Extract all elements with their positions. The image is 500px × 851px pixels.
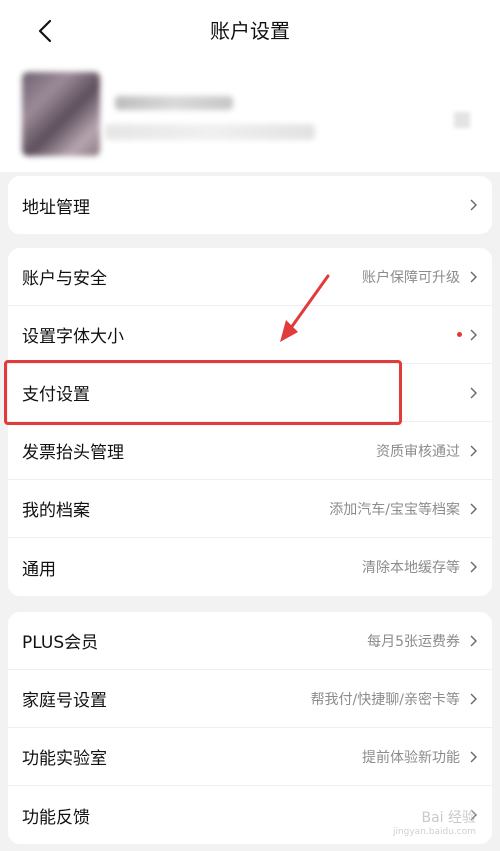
- row-label: 设置字体大小: [22, 327, 124, 347]
- page-title: 账户设置: [210, 19, 290, 43]
- chevron-right-icon: [468, 444, 478, 458]
- row-label: 发票抬头管理: [22, 443, 124, 463]
- chevron-right-icon: [468, 198, 478, 212]
- row-invoice-title[interactable]: 发票抬头管理 资质审核通过: [8, 422, 492, 480]
- watermark-main: Bai 经验: [421, 810, 476, 826]
- row-value: 帮我付/快捷聊/亲密卡等: [310, 691, 460, 708]
- chevron-right-icon: [468, 692, 478, 706]
- settings-card-address: 地址管理: [8, 176, 492, 234]
- username-blurred: [115, 96, 233, 110]
- row-value: 资质审核通过: [376, 443, 460, 460]
- chevron-right-icon: [468, 560, 478, 574]
- row-value: 添加汽车/宝宝等档案: [329, 501, 460, 518]
- row-label: 账户与安全: [22, 269, 107, 289]
- row-account-security[interactable]: 账户与安全 账户保障可升级: [8, 248, 492, 306]
- row-address-management[interactable]: 地址管理: [8, 176, 492, 234]
- row-value: 每月5张运费券: [367, 633, 460, 650]
- chevron-right-icon: [468, 634, 478, 648]
- top-bar: 账户设置: [0, 0, 500, 64]
- chevron-right-icon: [468, 270, 478, 284]
- row-label: PLUS会员: [22, 633, 99, 653]
- chevron-right-icon: [468, 386, 478, 400]
- row-label: 通用: [22, 559, 56, 580]
- chevron-right-icon: [468, 502, 478, 516]
- avatar[interactable]: [22, 72, 100, 156]
- notification-dot: [457, 332, 462, 337]
- chevron-right-icon: [468, 750, 478, 764]
- row-feature-lab[interactable]: 功能实验室 提前体验新功能: [8, 728, 492, 786]
- row-plus-member[interactable]: PLUS会员 每月5张运费券: [8, 612, 492, 670]
- row-value: 提前体验新功能: [362, 749, 460, 766]
- row-general[interactable]: 通用 清除本地缓存等: [8, 538, 492, 596]
- row-label: 地址管理: [22, 197, 90, 218]
- row-my-profile[interactable]: 我的档案 添加汽车/宝宝等档案: [8, 480, 492, 538]
- profile-chevron-blurred: [454, 112, 470, 128]
- row-family-account[interactable]: 家庭号设置 帮我付/快捷聊/亲密卡等: [8, 670, 492, 728]
- row-font-size[interactable]: 设置字体大小: [8, 306, 492, 364]
- row-value: 账户保障可升级: [362, 269, 460, 286]
- row-value: 清除本地缓存等: [362, 560, 460, 576]
- row-label: 家庭号设置: [22, 691, 107, 711]
- row-label: 功能实验室: [22, 749, 107, 769]
- account-info-blurred: [105, 124, 315, 140]
- row-payment-settings[interactable]: 支付设置: [8, 364, 492, 422]
- row-label: 我的档案: [22, 501, 90, 521]
- row-label: 支付设置: [22, 385, 90, 405]
- settings-card-main: 账户与安全 账户保障可升级 设置字体大小 支付设置 发票抬头管理 资质审核通过 …: [8, 248, 492, 596]
- watermark: Bai 经验 jingyan.baidu.com: [376, 807, 476, 837]
- profile-header[interactable]: [0, 64, 500, 172]
- chevron-right-icon: [468, 328, 478, 342]
- watermark-sub: jingyan.baidu.com: [392, 827, 476, 837]
